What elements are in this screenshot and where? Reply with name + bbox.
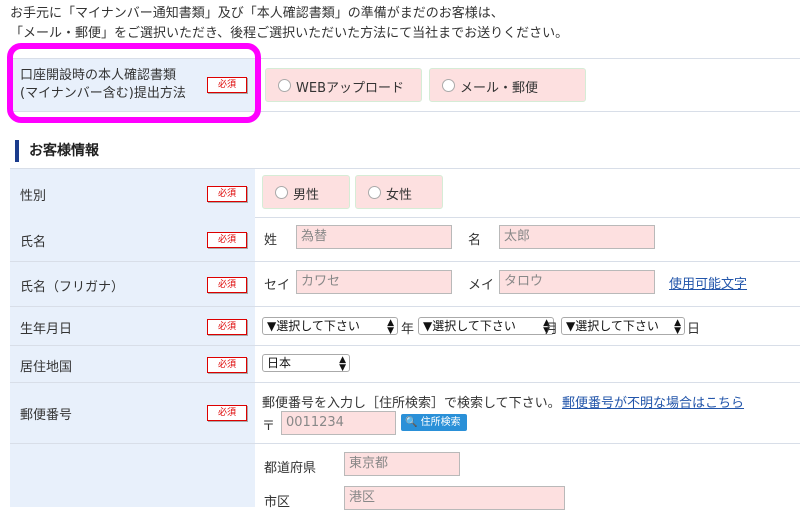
radio-web-upload[interactable]: WEBアップロード [265, 68, 422, 102]
prefecture-label: 都道府県 [264, 461, 317, 476]
search-icon: 🔍 [405, 417, 418, 428]
radio-male[interactable]: 男性 [262, 175, 350, 209]
birth-month-select[interactable]: ▼選択して下さい ▲ ▼ [418, 317, 554, 336]
section-title: お客様情報 [15, 140, 99, 162]
country-select[interactable]: 日本 ▲ ▼ [262, 354, 350, 373]
radio-circle[interactable] [442, 79, 455, 92]
address-block: 都道府県 東京都 市区 港区 [10, 444, 800, 510]
kana-row: 氏名（フリガナ） 必須 セイ カワセ メイ タロウ 使用可能文字 [10, 262, 800, 307]
first-name-input[interactable]: 太郎 [499, 225, 655, 249]
postal-row: 郵便番号 必須 郵便番号を入力し［住所検索］で検索して下さい。 郵便番号が不明な… [10, 383, 800, 444]
kana-first-input[interactable]: タロウ [499, 270, 655, 294]
first-name-label: 名 [468, 233, 482, 248]
postal-instruction: 郵便番号を入力し［住所検索］で検索して下さい。 [262, 396, 561, 411]
required-badge: 必須 [207, 277, 247, 293]
address-search-button[interactable]: 🔍 住所検索 [401, 414, 467, 431]
birthdate-label: 生年月日 [20, 322, 73, 337]
radio-mail-post-label: メール・郵便 [460, 81, 539, 96]
postal-code-input[interactable]: 0011234 [281, 411, 396, 435]
gender-label: 性別 [20, 189, 47, 204]
radio-female[interactable]: 女性 [355, 175, 443, 209]
name-row: 氏名 必須 姓 為替 名 太郎 [10, 217, 800, 262]
gender-row: 性別 必須 男性 女性 [10, 168, 800, 218]
radio-mail-post[interactable]: メール・郵便 [429, 68, 586, 102]
year-unit: 年 [401, 322, 415, 337]
select-arrows-icon: ▲ ▼ [387, 318, 394, 336]
last-name-input[interactable]: 為替 [296, 225, 452, 249]
kana-first-label: メイ [468, 278, 495, 293]
required-badge: 必須 [207, 319, 247, 335]
required-badge: 必須 [207, 357, 247, 373]
intro-line-2: 「メール・郵便」をご選択いただき、後程ご選択いただいた方法にて当社までお送りくだ… [10, 26, 569, 41]
radio-circle[interactable] [278, 79, 291, 92]
radio-web-upload-label: WEBアップロード [296, 81, 404, 96]
allowed-characters-link[interactable]: 使用可能文字 [669, 273, 747, 292]
postal-mark: 〒 [262, 419, 276, 434]
day-unit: 日 [687, 322, 701, 337]
highlight-annotation [7, 43, 261, 123]
intro-line-1: お手元に「マイナンバー通知書類」及び「本人確認書類」の準備がまだのお客様は、 [10, 6, 504, 21]
kana-last-input[interactable]: カワセ [296, 270, 452, 294]
radio-circle[interactable] [275, 186, 288, 199]
required-badge: 必須 [207, 186, 247, 202]
birth-day-select[interactable]: ▼選択して下さい ▲ ▼ [561, 317, 685, 336]
select-arrows-icon: ▲ ▼ [674, 318, 681, 336]
radio-circle[interactable] [368, 186, 381, 199]
select-arrows-icon: ▲ ▼ [339, 355, 346, 373]
prefecture-input[interactable]: 東京都 [344, 452, 460, 476]
last-name-label: 姓 [264, 233, 278, 248]
postal-help-link[interactable]: 郵便番号が不明な場合はこちら [562, 392, 744, 411]
city-label: 市区 [264, 495, 291, 510]
country-label: 居住地国 [20, 360, 73, 375]
required-badge: 必須 [207, 232, 247, 248]
postal-label: 郵便番号 [20, 408, 73, 423]
month-unit: 月 [545, 322, 559, 337]
intro-text: お手元に「マイナンバー通知書類」及び「本人確認書類」の準備がまだのお客様は、 「… [10, 4, 568, 44]
birthdate-row: 生年月日 必須 ▼選択して下さい ▲ ▼ 年 ▼選択して下さい ▲ ▼ 月 ▼選択し… [10, 307, 800, 346]
kana-last-label: セイ [264, 278, 291, 293]
required-badge: 必須 [207, 405, 247, 421]
birth-year-select[interactable]: ▼選択して下さい ▲ ▼ [262, 317, 398, 336]
city-input[interactable]: 港区 [344, 486, 565, 510]
kana-label: 氏名（フリガナ） [20, 280, 125, 295]
name-label: 氏名 [20, 235, 47, 250]
country-row: 居住地国 必須 日本 ▲ ▼ [10, 346, 800, 383]
